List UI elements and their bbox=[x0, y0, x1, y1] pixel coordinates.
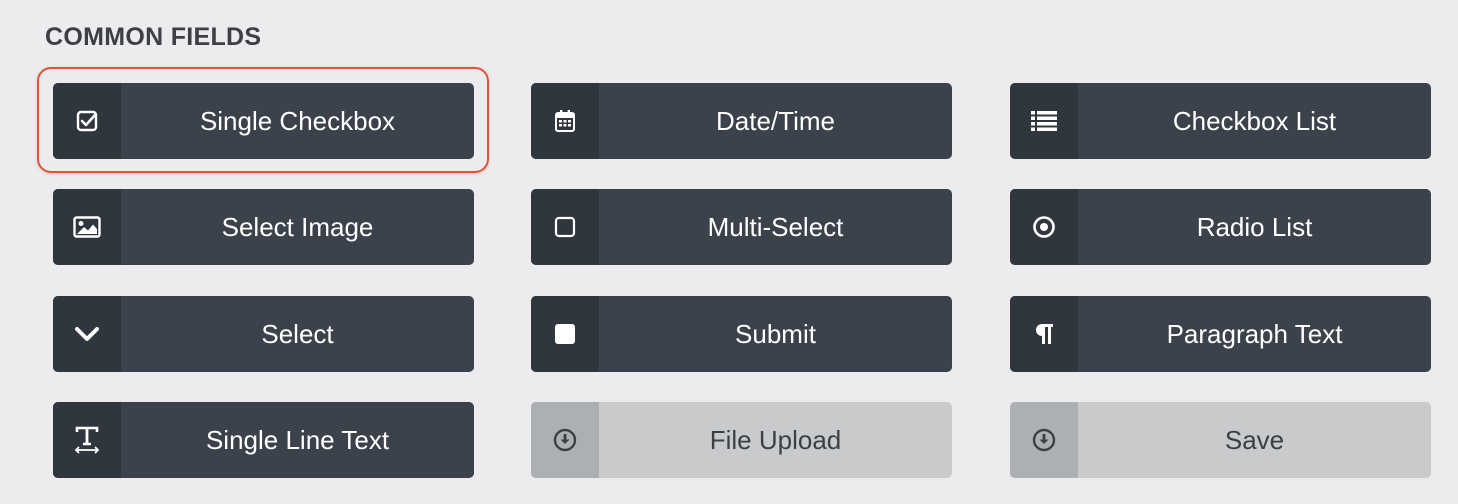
field-label: Multi-Select bbox=[707, 211, 844, 242]
field-label: Single Checkbox bbox=[199, 105, 396, 136]
field-label: Date/Time bbox=[716, 105, 835, 136]
paragraph-icon bbox=[1010, 296, 1078, 372]
field-select[interactable]: Select bbox=[53, 296, 474, 372]
field-save[interactable]: Save bbox=[1010, 402, 1431, 478]
field-label: Paragraph Text bbox=[1166, 318, 1343, 349]
list-icon bbox=[1010, 83, 1078, 159]
empty-square-icon bbox=[531, 189, 599, 265]
field-label: Select Image bbox=[221, 211, 374, 242]
download-circle-icon bbox=[531, 402, 599, 478]
field-checkbox-list[interactable]: Checkbox List bbox=[1010, 83, 1431, 159]
field-label: Select bbox=[261, 318, 334, 349]
text-width-icon bbox=[53, 402, 121, 478]
field-multi-select[interactable]: Multi-Select bbox=[531, 189, 952, 265]
section-title: COMMON FIELDS bbox=[45, 23, 262, 51]
field-radio-list[interactable]: Radio List bbox=[1010, 189, 1431, 265]
field-label: Save bbox=[1224, 424, 1285, 455]
field-select-image[interactable]: Select Image bbox=[53, 189, 474, 265]
filled-square-icon bbox=[531, 296, 599, 372]
field-paragraph-text[interactable]: Paragraph Text bbox=[1010, 296, 1431, 372]
field-date-time[interactable]: Date/Time bbox=[531, 83, 952, 159]
field-single-checkbox[interactable]: Single Checkbox bbox=[53, 83, 474, 159]
image-icon bbox=[53, 189, 121, 265]
field-file-upload[interactable]: File Upload bbox=[531, 402, 952, 478]
field-submit[interactable]: Submit bbox=[531, 296, 952, 372]
field-label: File Upload bbox=[709, 424, 842, 455]
field-label: Radio List bbox=[1196, 211, 1313, 242]
chevron-down-icon bbox=[53, 296, 121, 372]
download-circle-icon bbox=[1010, 402, 1078, 478]
field-label: Submit bbox=[735, 318, 816, 349]
calendar-icon bbox=[531, 83, 599, 159]
field-single-line-text[interactable]: Single Line Text bbox=[53, 402, 474, 478]
checkbox-icon bbox=[53, 83, 121, 159]
field-label: Single Line Text bbox=[205, 424, 390, 455]
field-label: Checkbox List bbox=[1172, 105, 1337, 136]
radio-icon bbox=[1010, 189, 1078, 265]
